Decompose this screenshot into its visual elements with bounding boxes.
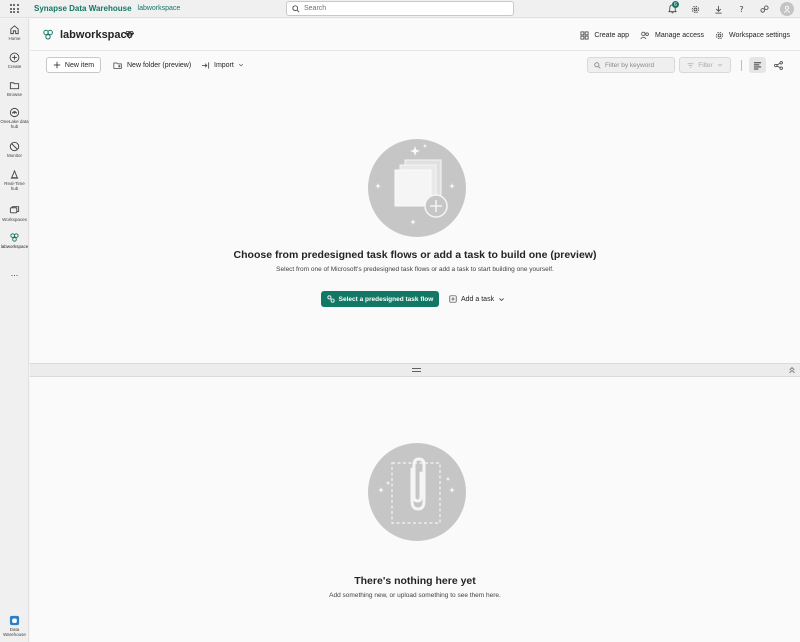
nav-more[interactable]: ... [0,268,29,278]
pane-splitter[interactable] [30,363,800,377]
empty-state-title: There's nothing here yet [354,575,476,587]
page-title: labworkspace [60,29,133,41]
filter-icon [687,62,694,68]
nav-data-warehouse[interactable]: Data Warehouse [0,615,29,637]
plus-icon [53,61,61,69]
people-icon [640,31,649,39]
monitor-icon [9,141,20,152]
create-app-button[interactable]: Create app [580,30,629,40]
import-icon [201,61,210,69]
home-icon [10,25,19,35]
import-button[interactable]: Import [201,57,244,73]
new-item-button[interactable]: New item [46,57,101,73]
realtime-icon [10,169,19,179]
download-icon [715,5,722,14]
data-warehouse-icon [9,615,20,626]
lineage-view-button[interactable] [770,57,787,73]
more-icon: ... [10,268,19,278]
nav-monitor[interactable]: Monitor [0,141,29,158]
chevron-down-icon [238,63,243,67]
search-icon [594,61,601,69]
folder-add-icon [113,62,122,69]
person-icon [783,5,791,13]
app-brand[interactable]: Synapse Data Warehouse [34,4,132,13]
task-flow-illustration [368,139,466,237]
add-task-button[interactable]: Add a task [449,291,505,307]
settings-button[interactable] [684,0,707,18]
nav-labworkspace[interactable]: labworkspace [0,232,29,249]
add-square-icon [449,295,457,303]
nav-create[interactable]: Create [0,52,29,69]
search-placeholder: Search [304,5,327,12]
task-flow-title: Choose from predesigned task flows or ad… [233,249,597,261]
nav-onelake-data-hub[interactable]: OneLake data hub [0,107,29,129]
new-folder-button[interactable]: New folder (preview) [113,57,191,73]
notification-badge: 6 [672,1,679,8]
list-view-button[interactable] [749,57,766,73]
chevron-down-icon [717,63,722,67]
share-feedback-button[interactable] [753,0,776,18]
workspace-settings-button[interactable]: Workspace settings [715,31,790,40]
breadcrumb-workspace[interactable]: labworkspace [138,5,181,12]
grid-plus-icon [580,30,589,40]
notifications-button[interactable]: 6 [661,0,684,18]
plus-circle-icon [9,52,20,63]
left-nav: Home Create Browse OneLake data hub Moni… [0,19,29,642]
gear-icon [715,31,724,39]
chevron-down-icon [499,297,504,301]
filter-button[interactable]: Filter [679,57,731,73]
toolbar-divider [741,60,742,71]
workspace-header: labworkspace Create app Manage access Wo… [30,19,800,51]
workspaces-icon [9,206,20,214]
lineage-icon [774,60,783,70]
workspace-icon [43,29,53,40]
onelake-icon [9,107,20,118]
empty-state-illustration [368,443,466,541]
nav-real-time-hub[interactable]: Real-Time hub [0,169,29,191]
workspace-icon [10,233,19,242]
gear-icon [691,5,700,13]
avatar[interactable] [780,2,794,16]
paperclip-icon [378,457,455,524]
nav-browse[interactable]: Browse [0,80,29,97]
search-input[interactable]: Search [286,1,514,16]
select-task-flow-button[interactable]: Select a predesigned task flow [321,291,439,307]
collapse-up-icon[interactable] [788,366,796,374]
nav-workspaces[interactable]: Workspaces [0,205,29,222]
svg-text:?: ? [739,4,743,14]
task-flow-icon [327,295,335,303]
toolbar: New item New folder (preview) Import Fil… [30,52,800,80]
premium-diamond-icon [125,30,134,39]
list-view-icon [753,61,762,69]
top-bar: Synapse Data Warehouse labworkspace Sear… [0,0,800,18]
main-content: labworkspace Create app Manage access Wo… [30,19,800,642]
download-button[interactable] [707,0,730,18]
share-icon [760,4,769,13]
folder-icon [9,82,20,90]
task-flow-panel: Choose from predesigned task flows or ad… [30,81,800,363]
search-icon [292,4,300,13]
items-panel: There's nothing here yet Add something n… [30,378,800,642]
drag-handle-icon[interactable] [412,368,421,372]
task-flow-subtitle: Select from one of Microsoft's predesign… [276,266,554,273]
empty-state-subtitle: Add something new, or upload something t… [329,592,501,599]
manage-access-button[interactable]: Manage access [640,31,704,40]
help-button[interactable]: ? [730,0,753,18]
nav-home[interactable]: Home [0,24,29,41]
filter-keyword-input[interactable]: Filter by keyword [587,57,675,73]
stacked-pages-icon [375,144,455,225]
help-icon: ? [739,4,743,14]
waffle-icon[interactable] [0,0,28,18]
